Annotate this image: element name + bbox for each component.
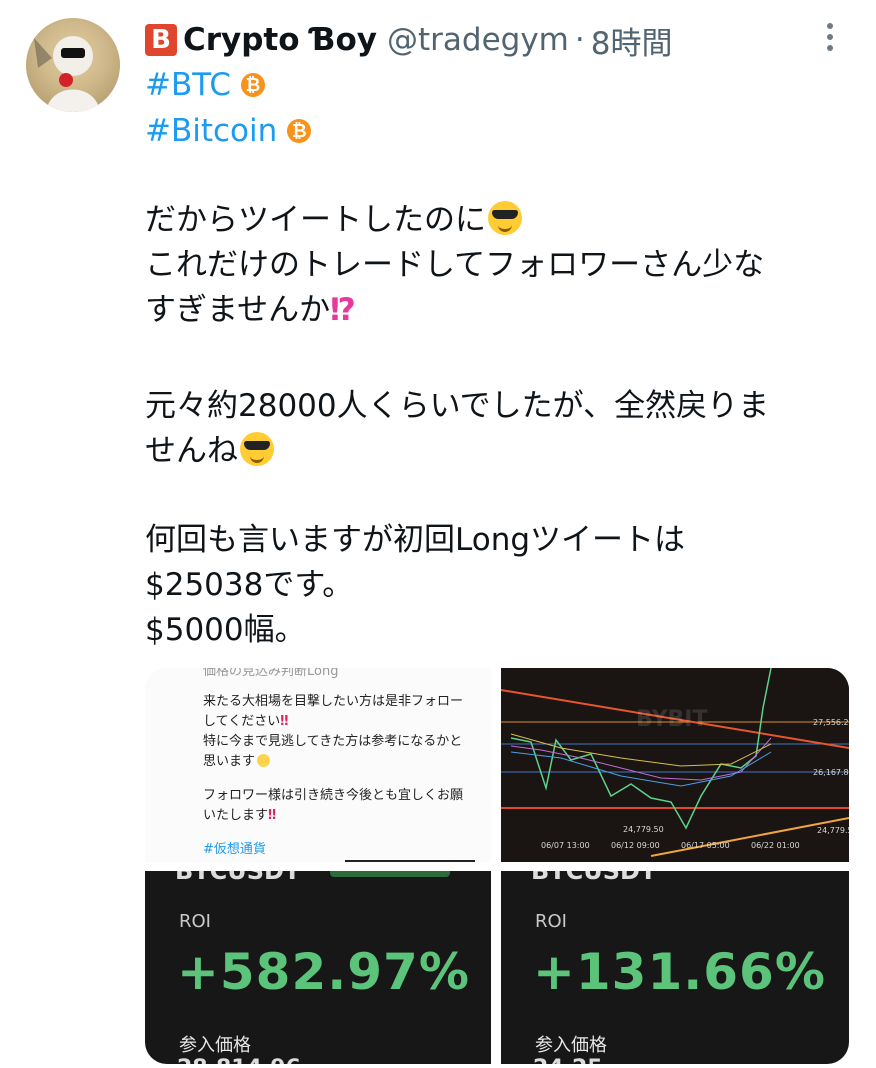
- brand-logo-icon: B: [145, 24, 177, 56]
- post-line: すぎませんか: [145, 292, 331, 328]
- note-line: 特に今まで見逃してきた方は参考になるかと: [203, 734, 463, 749]
- watermark: BYBIT: [636, 707, 707, 732]
- bitcoin-icon: ₿: [287, 119, 312, 143]
- pair-label: BTCUSDT: [175, 871, 301, 885]
- sunglasses-emoji: [240, 432, 274, 466]
- post-line: これだけのトレードしてフォロワーさん少な: [145, 247, 765, 283]
- bitcoin-icon: ₿: [241, 73, 266, 97]
- price-label: 27,556.20: [813, 718, 849, 727]
- roi-value: +131.66%: [533, 943, 826, 1001]
- post-line: 元々約28000人くらいでしたが、全然戻りま: [145, 388, 770, 424]
- hashtag-bitcoin[interactable]: #Bitcoin ₿: [145, 110, 312, 152]
- position-badge: [330, 871, 450, 877]
- post-text-paragraph-3: 何回も言いますが初回Longツイートは $25038です。 $5000幅。: [145, 518, 685, 653]
- post-text-paragraph-2: 元々約28000人くらいでしたが、全然戻りま せんね: [145, 384, 769, 474]
- date-label: 06/22 01:00: [751, 841, 800, 850]
- note-line: いたします: [203, 808, 269, 823]
- entry-price-value: 24,25: [533, 1056, 603, 1064]
- media-image-4[interactable]: BTCUSDT ROI +131.66% 参入価格 24,25: [501, 871, 849, 1064]
- post-line: せんね: [145, 433, 238, 469]
- post-line: だからツイートしたのに: [145, 202, 486, 238]
- pair-label: BTCUSDT: [531, 871, 657, 885]
- hashtag-btc[interactable]: #BTC ₿: [145, 64, 266, 106]
- price-label: 26,167.85: [813, 768, 849, 777]
- hashtag-text[interactable]: #BTC: [145, 67, 231, 103]
- avatar[interactable]: [26, 18, 120, 112]
- media-grid: 価格の見込み判断Long 来たる大相場を目撃したい方は是非フォロー してください…: [145, 668, 849, 1064]
- entry-price-label: 参入価格: [535, 1035, 607, 1056]
- entry-price-label: 参入価格: [179, 1035, 251, 1056]
- date-label: 06/17 05:00: [681, 841, 730, 850]
- note-line: 来たる大相場を目撃したい方は是非フォロー: [203, 694, 464, 709]
- note-line: 思います: [203, 754, 256, 769]
- double-exclamation-icon: ‼: [280, 714, 289, 729]
- user-handle[interactable]: @tradegym: [387, 22, 569, 58]
- note-line: フォロワー様は引き続き今後とも宜しくお願: [203, 788, 464, 803]
- post-line: 何回も言いますが初回Longツイートは: [145, 522, 686, 558]
- roi-value: +582.97%: [177, 943, 470, 1001]
- media-image-2[interactable]: BYBIT 27,556.20 26,167.85 24,779.50 24,7…: [501, 668, 849, 862]
- entry-price-value: 28,814.96: [177, 1056, 301, 1064]
- media-image-3[interactable]: BTCUSDT ROI +582.97% 参入価格 28,814.96: [145, 871, 491, 1064]
- date-label: 06/12 09:00: [611, 841, 660, 850]
- double-exclamation-icon: ‼: [268, 808, 277, 823]
- roi-label: ROI: [535, 911, 567, 932]
- post-line: $5000幅。: [145, 612, 306, 648]
- post-line: $25038です。: [145, 567, 354, 603]
- sunglasses-emoji: [488, 201, 522, 235]
- media-image-1[interactable]: 価格の見込み判断Long 来たる大相場を目撃したい方は是非フォロー してください…: [145, 668, 491, 862]
- display-name[interactable]: Crypto Ɓoy: [183, 22, 377, 58]
- exclamation-question-icon: ⁉: [330, 292, 356, 328]
- hashtag-text[interactable]: #Bitcoin: [145, 113, 277, 149]
- post-text-paragraph-1: だからツイートしたのに これだけのトレードしてフォロワーさん少な すぎませんか⁉: [145, 198, 764, 333]
- tweet-header: B Crypto Ɓoy @tradegym · 8時間: [145, 18, 672, 62]
- hashtag-link[interactable]: #仮想通貨: [203, 838, 266, 857]
- divider: [345, 860, 475, 862]
- date-label: 06/07 13:00: [541, 841, 590, 850]
- note-line: 価格の見込み判断Long: [203, 668, 339, 679]
- note-line: してください: [203, 714, 281, 729]
- price-label: 24,779.50: [817, 826, 849, 835]
- low-label: 24,779.50: [623, 825, 664, 834]
- separator-dot: ·: [574, 22, 585, 58]
- more-options-icon[interactable]: [818, 20, 842, 56]
- roi-label: ROI: [179, 911, 211, 932]
- avatar-image: [26, 18, 120, 112]
- smile-emoji: [257, 754, 271, 767]
- post-time[interactable]: 8時間: [591, 18, 673, 63]
- price-chart: BYBIT 27,556.20 26,167.85 24,779.50 24,7…: [501, 668, 849, 862]
